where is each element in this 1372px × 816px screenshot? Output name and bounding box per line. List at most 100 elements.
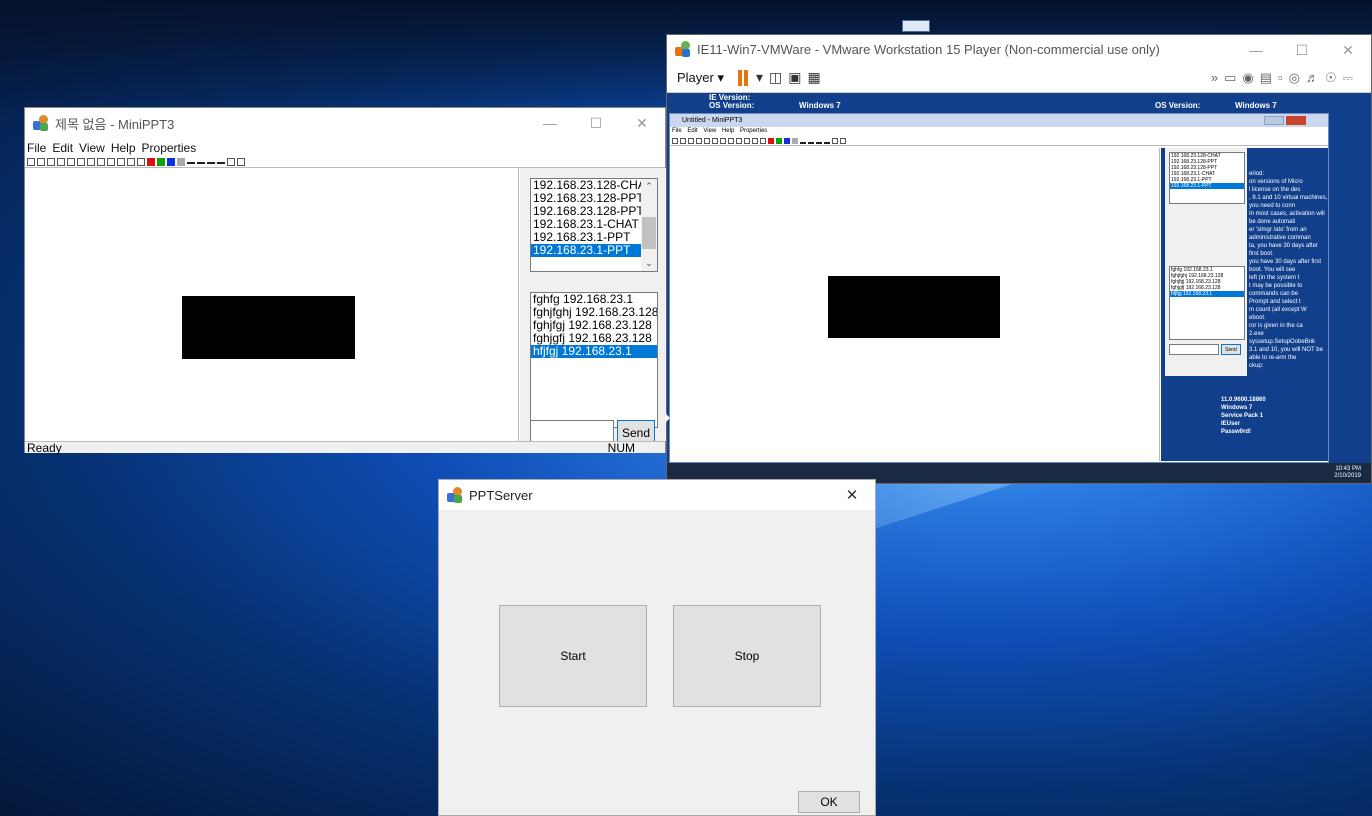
menu-help[interactable]: Help	[111, 141, 136, 155]
vm-device-icons[interactable]: »▭◉▤▫◎♬☉⎓	[1211, 70, 1359, 86]
cut-icon[interactable]	[57, 157, 65, 166]
triangle-tool-icon[interactable]	[117, 157, 125, 166]
os-version-label: OS Version:	[709, 101, 755, 110]
rectangle-tool-icon[interactable]	[107, 157, 115, 166]
start-button[interactable]: Start	[499, 605, 647, 707]
red-color-icon[interactable]	[147, 157, 155, 166]
menu-edit[interactable]: Edit	[52, 141, 73, 155]
list-item[interactable]: hfjfgj 192.168.23.1	[531, 345, 657, 358]
player-menu[interactable]: Player ▾	[677, 70, 724, 86]
inner-menu-properties[interactable]: Properties	[740, 128, 767, 134]
inner-close-icon[interactable]	[1286, 116, 1306, 125]
inner-cut-icon[interactable]	[696, 137, 702, 144]
scroll-thumb[interactable]	[642, 217, 656, 249]
inner-line-width-2-icon[interactable]	[808, 138, 814, 144]
menu-view[interactable]: View	[79, 141, 105, 155]
inner-menu-file[interactable]: File	[672, 128, 682, 134]
inner-ellipse-tool-icon[interactable]	[752, 137, 758, 144]
inner-menu-view[interactable]: View	[703, 128, 716, 134]
blue-color-icon[interactable]	[167, 157, 175, 166]
inner-blue-color-icon[interactable]	[784, 137, 790, 144]
inner-paste-icon[interactable]	[712, 137, 718, 144]
list-item[interactable]: 192.168.23.1-PPT	[1170, 183, 1244, 189]
close-icon[interactable]: ✕	[619, 108, 665, 138]
pause-icon[interactable]	[738, 69, 748, 86]
inner-drawn-rectangle[interactable]	[828, 276, 1000, 338]
inner-chat-input[interactable]	[1169, 344, 1219, 355]
text-line: 2.exe syssetup.SetupOobeBnk	[1249, 331, 1316, 345]
drawn-rectangle[interactable]	[182, 296, 355, 359]
client-list[interactable]: 192.168.23.128-CHAT 192.168.23.128-PPT 192…	[530, 178, 658, 272]
guest-time: 10:43 PM	[1335, 466, 1361, 472]
inner-window-title: Untitled - MiniPPT3	[682, 117, 743, 124]
inner-disconnect-icon[interactable]	[840, 137, 846, 144]
help-icon[interactable]	[97, 157, 105, 166]
gray-color-icon[interactable]	[177, 157, 185, 166]
inner-drawing-canvas[interactable]	[670, 148, 1160, 461]
inner-triangle-tool-icon[interactable]	[744, 137, 750, 144]
inner-maximize-icon[interactable]	[1264, 116, 1284, 125]
inner-rectangle-tool-icon[interactable]	[736, 137, 742, 144]
maximize-icon[interactable]: ☐	[573, 108, 619, 138]
paste-icon[interactable]	[77, 157, 85, 166]
line-width-3-icon[interactable]	[207, 159, 215, 164]
save-icon[interactable]	[47, 157, 55, 166]
inner-send-button[interactable]: Send	[1221, 344, 1241, 355]
scroll-up-icon[interactable]: ⌃	[641, 181, 657, 192]
text-line: , 8.1 and 10 virtual machines, you need …	[1249, 195, 1328, 209]
inner-client-list[interactable]: 192.168.23.128-CHAT 192.168.23.128-PPT 192…	[1169, 152, 1245, 204]
inner-print-icon[interactable]	[720, 137, 726, 144]
inner-line-width-1-icon[interactable]	[800, 138, 806, 144]
inner-green-color-icon[interactable]	[776, 137, 782, 144]
green-color-icon[interactable]	[157, 157, 165, 166]
inner-save-icon[interactable]	[688, 137, 694, 144]
guest-desktop[interactable]: IE Version: OS Version: Windows 7 OS Ver…	[667, 93, 1371, 483]
inner-new-icon[interactable]	[672, 137, 678, 144]
print-icon[interactable]	[87, 157, 95, 166]
server-icon[interactable]	[227, 157, 235, 166]
network-icon	[902, 20, 930, 32]
line-width-4-icon[interactable]	[217, 159, 225, 164]
line-width-2-icon[interactable]	[197, 159, 205, 164]
minippt3-titlebar[interactable]: 제목 없음 - MiniPPT3 — ☐ ✕	[25, 108, 665, 138]
inner-chat-log-list[interactable]: fghfg 192.168.23.1 fghjfghj 192.168.23.12…	[1169, 266, 1245, 340]
pptserver-titlebar[interactable]: PPTServer ✕	[439, 480, 875, 510]
inner-menu-help[interactable]: Help	[722, 128, 734, 134]
menu-file[interactable]: File	[27, 141, 46, 155]
menu-properties[interactable]: Properties	[142, 141, 197, 155]
vmware-titlebar[interactable]: IE11-Win7-VMWare - VMware Workstation 15…	[667, 35, 1371, 63]
chat-log-list[interactable]: fghfg 192.168.23.1 fghjfghj 192.168.23.12…	[530, 292, 658, 428]
inner-copy-icon[interactable]	[704, 137, 710, 144]
inner-menu-edit[interactable]: Edit	[687, 128, 697, 134]
minimize-icon[interactable]: —	[527, 108, 573, 138]
drawing-canvas[interactable]	[25, 168, 519, 441]
list-item[interactable]: 192.168.23.1-PPT	[531, 244, 657, 257]
ellipse-tool-icon[interactable]	[127, 157, 135, 166]
inner-line-width-3-icon[interactable]	[816, 138, 822, 144]
scroll-down-icon[interactable]: ⌄	[641, 258, 657, 269]
open-icon[interactable]	[37, 157, 45, 166]
inner-help-icon[interactable]	[728, 137, 734, 144]
new-icon[interactable]	[27, 157, 35, 166]
close-icon[interactable]: ✕	[1325, 35, 1371, 65]
maximize-icon[interactable]: ☐	[1279, 35, 1325, 65]
copy-icon[interactable]	[67, 157, 75, 166]
client-list-scrollbar[interactable]: ⌃ ⌄	[641, 179, 657, 271]
inner-line-width-4-icon[interactable]	[824, 138, 830, 144]
inner-red-color-icon[interactable]	[768, 137, 774, 144]
ok-button[interactable]: OK	[798, 791, 860, 813]
inner-line-tool-icon[interactable]	[760, 137, 766, 144]
stop-button[interactable]: Stop	[673, 605, 821, 707]
line-width-1-icon[interactable]	[187, 159, 195, 164]
inner-gray-color-icon[interactable]	[792, 137, 798, 144]
close-icon[interactable]: ✕	[829, 480, 875, 510]
line-tool-icon[interactable]	[137, 157, 145, 166]
inner-titlebar[interactable]: Untitled - MiniPPT3	[670, 114, 1328, 127]
inner-open-icon[interactable]	[680, 137, 686, 144]
minimize-icon[interactable]: —	[1233, 35, 1279, 65]
guest-clock[interactable]: 10:43 PM 2/10/2019	[1334, 466, 1361, 480]
disconnect-icon[interactable]	[237, 157, 245, 166]
inner-server-icon[interactable]	[832, 137, 838, 144]
vm-control-icons[interactable]: ▾◫▣▦	[756, 69, 827, 86]
list-item[interactable]: hfjfgj 192.168.23.1	[1170, 291, 1244, 297]
